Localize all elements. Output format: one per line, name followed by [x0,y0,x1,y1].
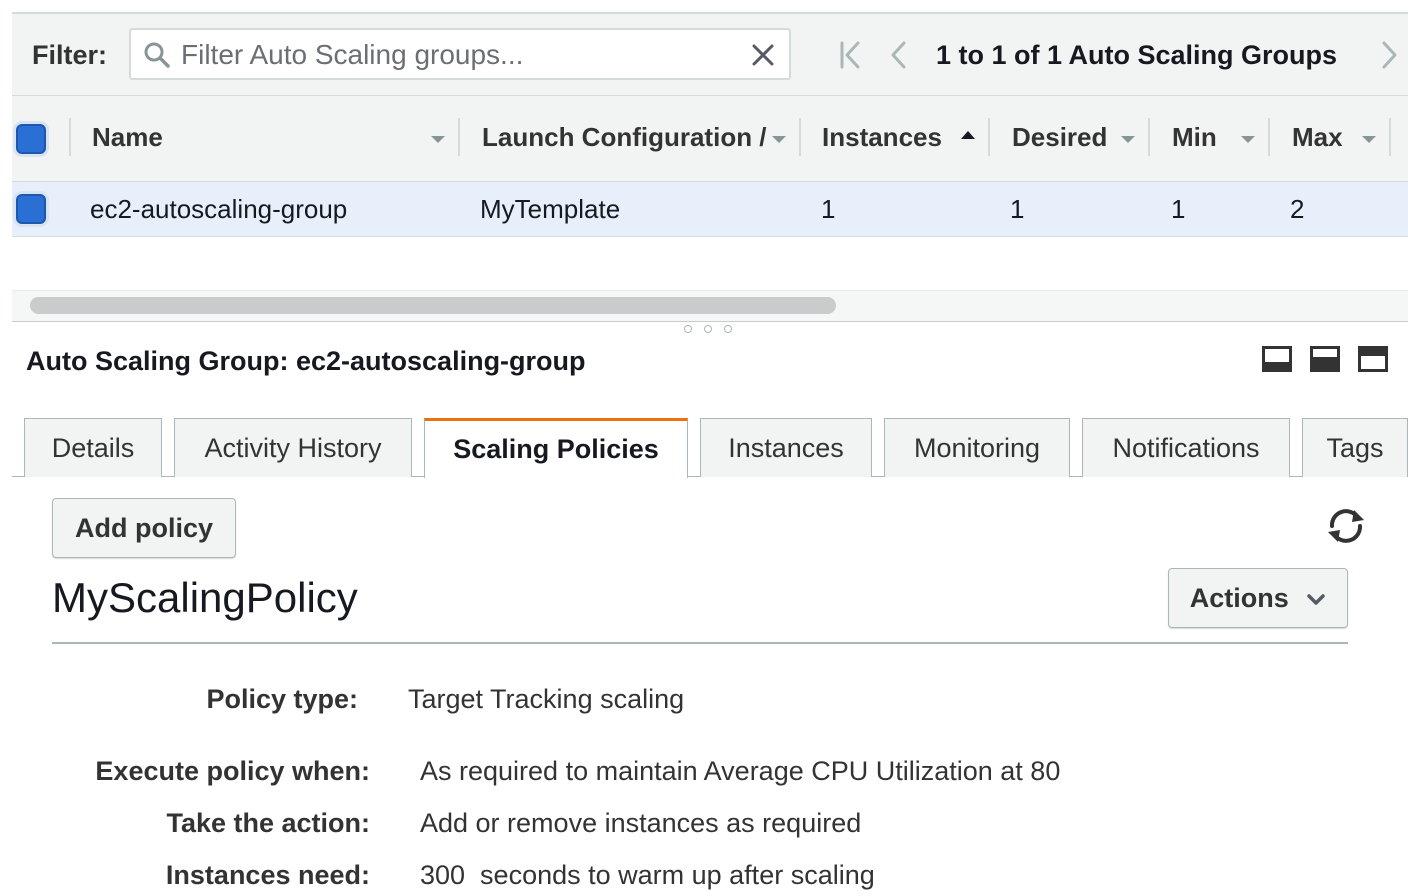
instances-need-label: Instances need: [165,860,370,890]
column-header-instances[interactable]: Instances [822,122,942,153]
take-the-action-value: Add or remove instances as required [420,808,862,838]
cell-desired: 1 [1010,194,1025,224]
filter-input[interactable] [179,34,743,76]
table-row[interactable]: ec2-autoscaling-group MyTemplate 1 1 1 2 [12,182,1408,237]
execute-policy-when-value: As required to maintain Average CPU Util… [420,756,1061,786]
select-all-checkbox[interactable] [16,124,46,154]
sort-caret-name-icon[interactable] [431,136,445,143]
cell-instances: 1 [821,194,836,224]
filter-label: Filter: [32,40,108,70]
search-icon [143,41,171,74]
sort-caret-desired-icon[interactable] [1121,136,1135,143]
cell-min: 1 [1171,194,1186,224]
row-checkbox[interactable] [16,194,46,224]
column-header-min[interactable]: Min [1172,122,1217,153]
policy-type-value: Target Tracking scaling [408,684,685,714]
sort-caret-launch-configuration-icon[interactable] [772,136,786,143]
sort-ascending-icon[interactable] [961,131,975,139]
layout-bottom-panel-icon[interactable] [1262,346,1292,372]
previous-page-icon[interactable] [888,40,908,75]
filter-box[interactable] [129,28,791,80]
layout-top-panel-icon[interactable] [1358,346,1388,372]
cell-launch-configuration: MyTemplate [480,194,621,224]
first-page-icon[interactable] [838,40,862,75]
tab-activity-history[interactable]: Activity History [174,418,412,477]
tab-monitoring[interactable]: Monitoring [884,418,1070,477]
policy-name: MyScalingPolicy [52,574,358,621]
execute-policy-when-label: Execute policy when: [95,756,370,786]
sort-caret-max-icon[interactable] [1362,136,1376,143]
take-the-action-label: Take the action: [166,808,370,838]
next-page-icon[interactable] [1380,40,1400,75]
pagination-text: 1 to 1 of 1 Auto Scaling Groups [936,40,1338,70]
actions-button[interactable]: Actions [1168,568,1348,628]
cell-name: ec2-autoscaling-group [90,194,348,224]
column-header-launch-configuration[interactable]: Launch Configuration / [482,122,767,153]
cell-max: 2 [1290,194,1305,224]
policy-divider [52,642,1348,644]
layout-split-panel-icon[interactable] [1310,346,1340,372]
panel-splitter[interactable] [12,321,1408,322]
instances-need-value: 300 seconds to warm up after scaling [420,860,875,890]
policy-type-label: Policy type: [206,684,358,714]
table-header: Name Launch Configuration / Instances De… [12,96,1408,182]
actions-button-label: Actions [1189,583,1289,613]
column-header-name[interactable]: Name [92,122,163,153]
column-header-desired[interactable]: Desired [1012,122,1107,153]
filter-bar: Filter: 1 to 1 of 1 Auto Scaling Groups [12,12,1408,96]
tab-notifications[interactable]: Notifications [1082,418,1290,477]
tab-tags[interactable]: Tags [1302,418,1408,477]
refresh-icon[interactable] [1324,506,1368,551]
detail-panel-title: Auto Scaling Group: ec2-autoscaling-grou… [26,346,586,376]
sort-caret-min-icon[interactable] [1241,136,1255,143]
splitter-handle-icon[interactable] [704,325,712,333]
tab-details[interactable]: Details [24,418,162,477]
clear-filter-icon[interactable] [751,43,775,72]
chevron-down-icon [1306,593,1326,607]
add-policy-button[interactable]: Add policy [52,498,236,558]
splitter-handle-icon[interactable] [684,325,692,333]
splitter-handle-icon[interactable] [724,325,732,333]
tab-scaling-policies[interactable]: Scaling Policies [424,418,688,478]
column-header-max[interactable]: Max [1292,122,1343,153]
tab-instances[interactable]: Instances [700,418,872,477]
scrollbar-thumb[interactable] [30,297,836,314]
